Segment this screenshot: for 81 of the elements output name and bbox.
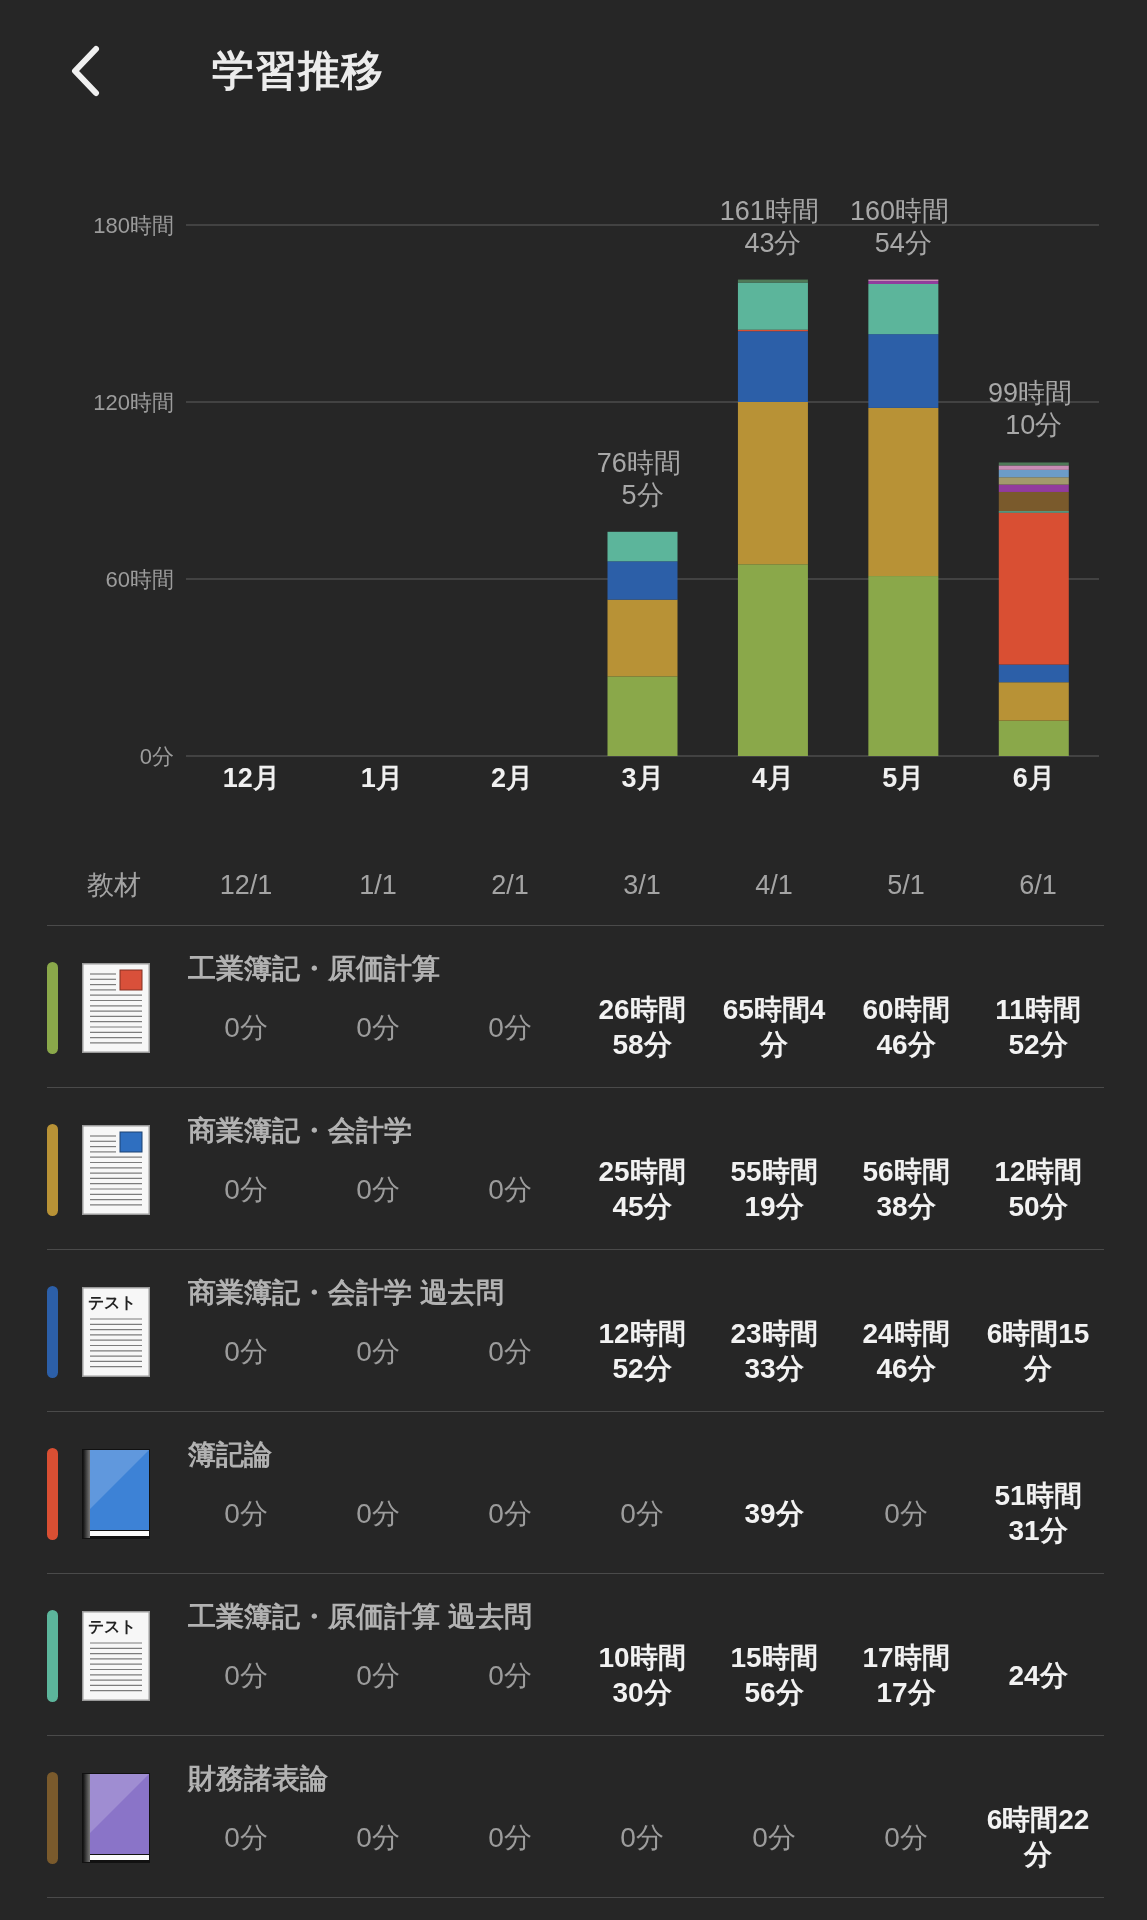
table-cell-text: 0分 <box>224 1334 268 1369</box>
table-cell-text: 0分 <box>224 1820 268 1855</box>
table-cell-text: 0分 <box>884 1496 928 1531</box>
table-cell-text: 51時間 31分 <box>994 1479 1082 1548</box>
table-cell-text: 0分 <box>488 1496 532 1531</box>
table-cell-text: 0分 <box>224 1172 268 1207</box>
table-cell-text: 0分 <box>356 1658 400 1693</box>
month-label: 1月 <box>360 763 403 793</box>
material-title: 商業簿記・会計学 <box>187 1114 412 1148</box>
table-cell-text: 6時間22 分 <box>986 1803 1090 1872</box>
table-cell-text: 0分 <box>488 1820 532 1855</box>
document-icon <box>82 963 150 1053</box>
table-cell-text: 0分 <box>752 1820 796 1855</box>
column-header: 5/1 <box>887 869 925 902</box>
table-cell-text: 0分 <box>620 1820 664 1855</box>
sheet-label: テスト <box>88 1294 136 1311</box>
table-cell-text: 23時間 33分 <box>730 1317 818 1386</box>
table-cell-text: 0分 <box>488 1334 532 1369</box>
table-cell-text: 12時間 50分 <box>994 1155 1082 1224</box>
book-icon <box>82 1773 150 1863</box>
y-axis-label: 180時間 <box>93 213 174 238</box>
column-header: 6/1 <box>1019 869 1057 902</box>
column-header: 2/1 <box>491 869 529 902</box>
table-cell-text: 56時間 38分 <box>862 1155 950 1224</box>
table-cell-text: 15時間 56分 <box>730 1641 818 1710</box>
column-header: 3/1 <box>623 869 661 902</box>
page-title: 学習推移 <box>212 45 384 96</box>
table-cell-text: 11時間 52分 <box>995 993 1081 1062</box>
table-cell-text: 24分 <box>1008 1658 1068 1693</box>
table-cell-text: 0分 <box>488 1010 532 1045</box>
table-cell-text: 26時間 58分 <box>598 993 686 1062</box>
table-cell-text: 0分 <box>488 1172 532 1207</box>
bar-total-label: 161時間 43分 <box>719 195 819 258</box>
material-title: 工業簿記・原価計算 過去問 <box>187 1600 532 1634</box>
material-title: 簿記論 <box>187 1438 272 1472</box>
table-cell-text: 0分 <box>884 1820 928 1855</box>
column-header: 1/1 <box>359 869 397 902</box>
table-cell-text: 0分 <box>620 1496 664 1531</box>
book-icon <box>82 1449 150 1539</box>
table-cell-text: 0分 <box>488 1658 532 1693</box>
table-cell-text: 12時間 52分 <box>598 1317 686 1386</box>
table-cell-text: 0分 <box>224 1658 268 1693</box>
table-cell-text: 0分 <box>356 1010 400 1045</box>
material-title: 財務諸表論 <box>186 1762 328 1796</box>
table-cell-text: 0分 <box>356 1820 400 1855</box>
bar-total-label: 160時間 54分 <box>850 195 950 258</box>
table-cell-text: 65時間4 分 <box>722 993 826 1062</box>
table-cell-text: 60時間 46分 <box>862 993 950 1062</box>
table-cell-text: 25時間 45分 <box>598 1155 686 1224</box>
table-cell-text: 0分 <box>224 1010 268 1045</box>
back-icon[interactable] <box>70 45 100 97</box>
table-cell-text: 24時間 46分 <box>862 1317 950 1386</box>
column-header: 12/1 <box>219 869 273 902</box>
month-label: 6月 <box>1012 763 1055 793</box>
y-axis-label: 120時間 <box>93 390 174 415</box>
table-cell-text: 0分 <box>356 1334 400 1369</box>
table-cell-text: 0分 <box>356 1172 400 1207</box>
table-cell-text: 10時間 30分 <box>598 1641 686 1710</box>
bar-segment <box>607 531 678 562</box>
month-label: 12月 <box>222 763 280 793</box>
material-title: 商業簿記・会計学 過去問 <box>187 1276 504 1310</box>
bar-total-label: 76時間 5分 <box>596 447 681 510</box>
y-axis-label: 60時間 <box>105 567 174 592</box>
material-title: 工業簿記・原価計算 <box>187 952 440 986</box>
table-cell-text: 0分 <box>224 1496 268 1531</box>
y-axis-label: 0分 <box>139 744 174 769</box>
table-cell-text: 0分 <box>356 1496 400 1531</box>
bar-total-label: 99時間 10分 <box>988 378 1073 441</box>
bar-segment <box>998 720 1069 756</box>
table-cell-text: 55時間 19分 <box>730 1155 818 1224</box>
column-header: 4/1 <box>755 869 793 902</box>
column-header: 教材 <box>86 869 141 902</box>
table-cell-text: 17時間 17分 <box>862 1641 950 1710</box>
month-label: 3月 <box>621 763 664 793</box>
month-label: 4月 <box>751 763 794 793</box>
month-label: 2月 <box>491 763 534 793</box>
table-cell-text: 6時間15 分 <box>986 1317 1090 1386</box>
table-cell-text: 39分 <box>744 1496 804 1531</box>
document-icon <box>82 1125 150 1215</box>
sheet-label: テスト <box>88 1618 136 1635</box>
month-label: 5月 <box>882 763 925 793</box>
